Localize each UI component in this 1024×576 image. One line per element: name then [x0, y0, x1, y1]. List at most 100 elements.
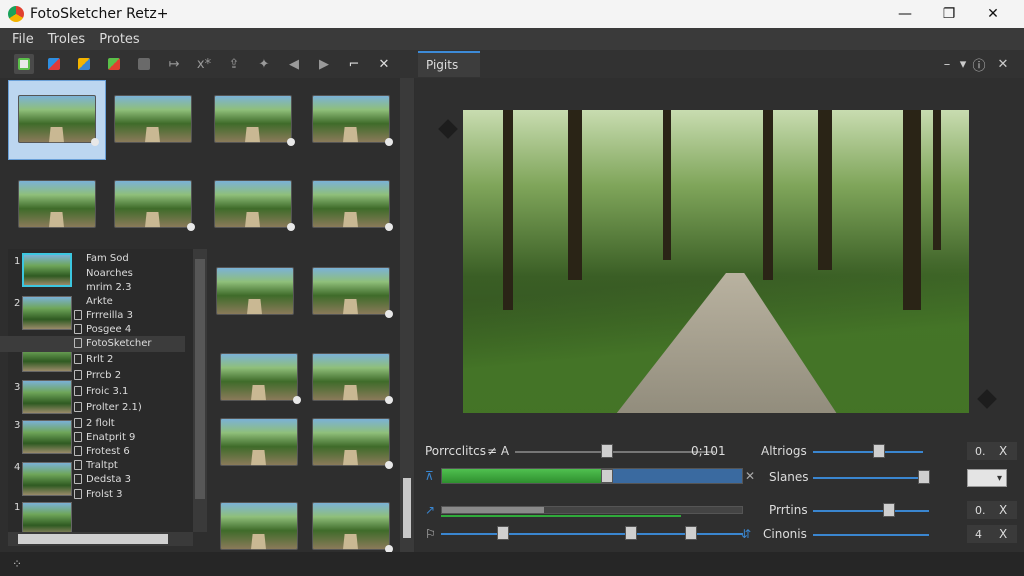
upload-icon[interactable]: ⇪ [224, 54, 244, 74]
range-slider-thumb-2[interactable] [625, 526, 637, 540]
stop-icon[interactable] [134, 54, 154, 74]
porrcclitcs-slider-thumb[interactable] [601, 444, 613, 458]
play-icon[interactable]: ▶ [314, 54, 334, 74]
list-item[interactable]: Froic 3.1 [0, 384, 185, 400]
thumbnail[interactable] [312, 267, 393, 318]
menu-bar: File Troles Protes [0, 28, 1024, 50]
thumbnail[interactable] [312, 353, 393, 404]
diamond-marker-icon[interactable] [977, 389, 997, 409]
maximize-button[interactable]: ❐ [926, 0, 972, 28]
altriogs-slider-track[interactable] [813, 451, 923, 453]
thumbnail[interactable] [114, 180, 195, 231]
green-slider-thumb[interactable] [601, 469, 613, 483]
green-reset-icon[interactable]: ✕ [745, 469, 755, 483]
flag-marker-icon: ⚐ [425, 527, 436, 541]
file-icon [74, 446, 82, 456]
tab-pigits[interactable]: Pigits [418, 51, 480, 77]
green-channel-icon: ⊼ [425, 469, 434, 483]
thumbnail[interactable] [312, 502, 393, 553]
thumbnail[interactable] [214, 95, 295, 146]
tab-close-icon[interactable]: ✕ [993, 54, 1013, 74]
green-underline [441, 515, 681, 517]
window-title: FotoSketcher Retz+ [30, 6, 169, 22]
thumbnail[interactable] [214, 180, 295, 231]
image-viewer [415, 78, 1024, 433]
list-item[interactable]: Prrcb 2 [0, 368, 185, 384]
forward-arrow-icon[interactable]: ↦ [164, 54, 184, 74]
thumbnail[interactable] [220, 353, 301, 404]
file-icon [74, 489, 82, 499]
thumbnail[interactable] [220, 502, 298, 550]
porrcclitcs-slider-track[interactable] [515, 451, 715, 453]
thumbnail[interactable] [312, 95, 393, 146]
cinonis-slider-track[interactable] [813, 534, 929, 536]
list-item[interactable]: Frolst 3 [0, 487, 185, 503]
adjustment-controls: Porrcclitcs ≠ A 0;101 Altriogs 0. X ⊼ ✕ … [415, 433, 1024, 552]
copy-icon[interactable] [14, 54, 34, 74]
slanes-select[interactable]: ▾ [967, 469, 1007, 487]
info-icon[interactable]: ⓘ [969, 54, 989, 74]
cinonis-value[interactable]: 4 [967, 525, 1017, 543]
range-options-icon[interactable]: ⇵ [741, 527, 751, 541]
slanes-label: Slanes [769, 470, 809, 484]
file-icon [74, 370, 82, 380]
prrtins-value[interactable]: 0. [967, 501, 1017, 519]
toolbar: ↦ x* ⇪ ✦ ◀ ▶ ⌐ ✕ [0, 50, 415, 78]
color-icon[interactable] [104, 54, 124, 74]
status-grip-icon[interactable]: ⁘ [12, 557, 22, 571]
diamond-marker-icon[interactable] [438, 119, 458, 139]
thumbnail[interactable] [114, 95, 192, 143]
crop-icon[interactable]: ⌐ [344, 54, 364, 74]
altriogs-slider-thumb[interactable] [873, 444, 885, 458]
diamond-icon[interactable]: ✦ [254, 54, 274, 74]
prrtins-clear-button[interactable]: X [999, 503, 1007, 517]
tab-label: Pigits [426, 58, 459, 72]
list-item-selected[interactable]: FotoSketcher [0, 336, 185, 352]
green-progress-bar[interactable] [441, 468, 743, 484]
altriogs-value[interactable]: 0. [967, 442, 1017, 460]
list-thumbnail[interactable] [22, 502, 72, 536]
thumbnail[interactable] [220, 418, 298, 466]
thumbnail[interactable] [312, 418, 393, 469]
gray-progress-bar[interactable] [441, 506, 743, 514]
minimize-button[interactable]: — [882, 0, 928, 28]
range-slider-thumb-3[interactable] [685, 526, 697, 540]
list-vertical-scrollbar[interactable] [193, 249, 207, 532]
close-panel-icon[interactable]: ✕ [374, 54, 394, 74]
thumbnail[interactable] [18, 180, 96, 228]
file-icon [74, 402, 82, 412]
list-horizontal-scrollbar[interactable] [8, 532, 193, 546]
thumbnail[interactable] [312, 180, 393, 231]
prrtins-slider-thumb[interactable] [883, 503, 895, 517]
app-logo-icon [8, 6, 24, 22]
slanes-slider-thumb[interactable] [918, 470, 930, 484]
speaker-icon[interactable]: ◀ [284, 54, 304, 74]
prrtins-slider-track[interactable] [813, 510, 929, 512]
xstar-icon[interactable]: x* [194, 54, 214, 74]
range-slider-thumb-1[interactable] [497, 526, 509, 540]
status-bar: ⁘ [0, 552, 1024, 576]
cinonis-clear-button[interactable]: X [999, 527, 1007, 541]
thumbnail[interactable] [216, 267, 294, 315]
altriogs-label: Altriogs [761, 444, 807, 458]
slanes-slider-track[interactable] [813, 477, 929, 479]
tab-bar: Pigits – ▾ ⓘ ✕ [415, 50, 1024, 78]
thumbnail-vertical-scrollbar[interactable] [400, 78, 414, 552]
list-item[interactable]: Dedsta 3 [0, 472, 185, 488]
paint-icon[interactable] [74, 54, 94, 74]
prrtins-label: Prrtins [769, 503, 808, 517]
list-item[interactable]: Rrlt 2 [0, 352, 185, 368]
menu-troles[interactable]: Troles [48, 32, 85, 47]
close-button[interactable]: ✕ [970, 0, 1016, 28]
altriogs-clear-button[interactable]: X [999, 444, 1007, 458]
range-slider-track[interactable] [441, 533, 743, 535]
thumbnail[interactable] [18, 95, 99, 146]
flag-icon[interactable] [44, 54, 64, 74]
menu-protes[interactable]: Protes [99, 32, 140, 47]
list-item[interactable]: Fam Sod [0, 251, 185, 267]
list-item[interactable]: Prolter 2.1) [0, 400, 185, 416]
brush-icon: ↗ [425, 503, 436, 517]
file-icon [74, 460, 82, 470]
cinonis-label: Cinonis [763, 527, 807, 541]
menu-file[interactable]: File [12, 32, 34, 47]
